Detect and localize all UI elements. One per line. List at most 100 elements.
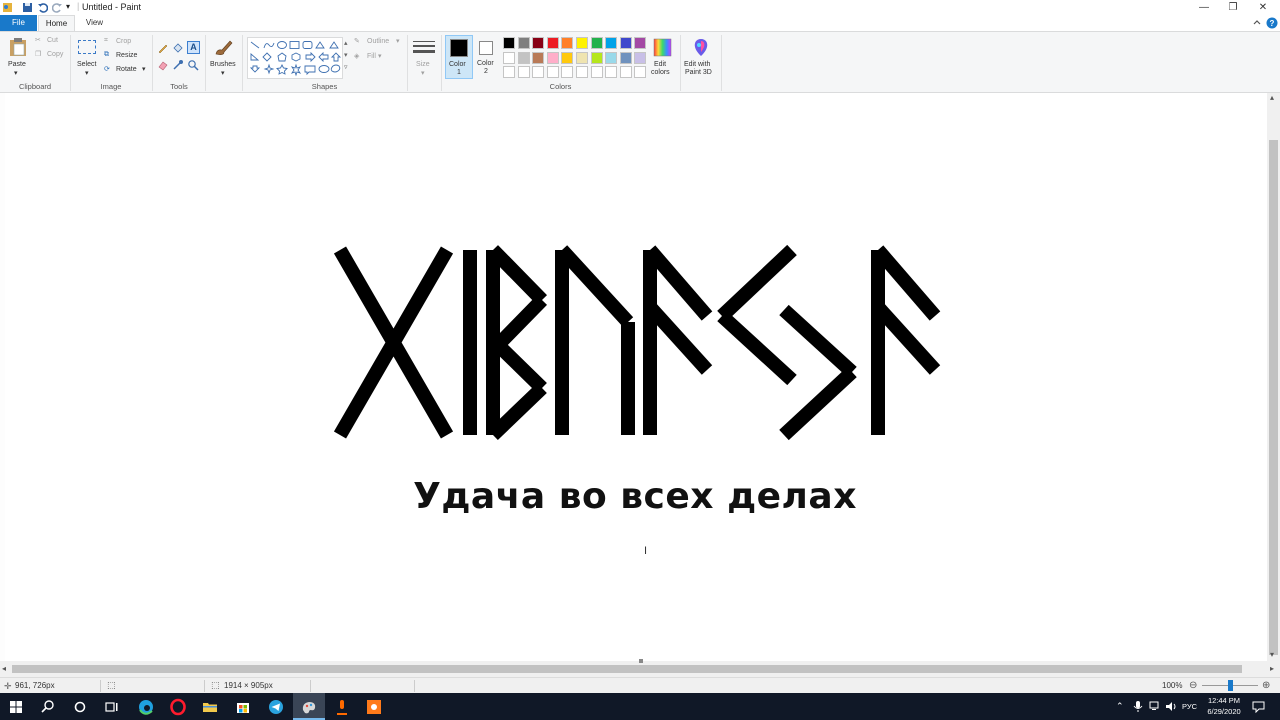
shapes-scroll-up-icon[interactable]: ▴	[344, 39, 348, 47]
save-icon[interactable]	[22, 2, 33, 13]
palette-swatch[interactable]	[605, 66, 618, 78]
collapse-ribbon-chevron-icon[interactable]	[1252, 18, 1262, 28]
palette-swatch[interactable]	[590, 51, 603, 64]
scroll-up-arrow-icon[interactable]: ▴	[1270, 93, 1274, 102]
telegram-icon[interactable]	[266, 697, 286, 717]
color-picker-icon[interactable]	[172, 59, 184, 71]
palette-swatch[interactable]	[503, 51, 515, 64]
search-icon[interactable]	[38, 697, 58, 717]
clock-date[interactable]: 6/29/2020	[1202, 707, 1246, 716]
shapes-gallery-icons[interactable]	[249, 39, 343, 79]
palette-swatch[interactable]	[576, 37, 588, 49]
palette-swatch[interactable]	[532, 66, 545, 78]
canvas-resize-handle[interactable]	[639, 659, 643, 663]
magnifier-icon[interactable]	[187, 59, 199, 71]
paste-button[interactable]: Paste ▾	[5, 35, 31, 77]
opera-browser-icon[interactable]	[168, 697, 188, 717]
outline-button[interactable]: ✎ Outline ▾	[354, 37, 402, 48]
shapes-expand-icon[interactable]: ▿	[344, 63, 348, 71]
palette-swatch[interactable]	[634, 51, 647, 64]
shapes-scroll-down-icon[interactable]: ▾	[344, 51, 348, 59]
palette-swatch[interactable]	[503, 66, 515, 78]
rotate-button[interactable]: ⟳ Rotate ▾	[104, 65, 149, 76]
close-button[interactable]: ✕	[1249, 0, 1277, 15]
scroll-right-arrow-icon[interactable]: ▸	[1270, 664, 1274, 673]
select-button[interactable]: Select ▾	[76, 35, 100, 77]
palette-swatch[interactable]	[517, 51, 530, 64]
palette-swatch[interactable]	[546, 51, 559, 64]
help-icon[interactable]: ?	[1266, 17, 1278, 29]
palette-swatch[interactable]	[605, 37, 618, 49]
palette-swatch[interactable]	[634, 37, 647, 49]
zoom-slider-thumb[interactable]	[1228, 680, 1233, 691]
palette-swatch[interactable]	[561, 66, 574, 78]
vertical-scroll-thumb[interactable]	[1269, 140, 1278, 655]
windows-start-icon[interactable]	[6, 697, 26, 717]
text-tool-icon[interactable]: A	[187, 41, 200, 54]
palette-swatch[interactable]	[546, 66, 559, 78]
size-button[interactable]: Size ▾	[411, 35, 437, 77]
palette-swatch[interactable]	[619, 37, 632, 49]
edit-with-paint3d-button[interactable]: Edit with Paint 3D	[683, 35, 719, 79]
tab-view[interactable]: View	[76, 15, 113, 31]
palette-swatch[interactable]	[576, 66, 588, 78]
palette-swatch[interactable]	[532, 51, 545, 64]
screen-capture-app-icon[interactable]	[364, 697, 384, 717]
palette-swatch[interactable]	[546, 37, 559, 49]
minimize-button[interactable]: —	[1190, 0, 1218, 15]
color1-button[interactable]: Color 1	[445, 35, 473, 79]
cut-button[interactable]: ✂ Cut	[35, 36, 75, 48]
action-center-icon[interactable]	[1252, 700, 1265, 713]
palette-swatch[interactable]	[619, 66, 632, 78]
file-explorer-icon[interactable]	[200, 697, 220, 717]
scroll-left-arrow-icon[interactable]: ◂	[2, 664, 6, 673]
palette-swatch[interactable]	[561, 51, 574, 64]
shapes-gallery[interactable]	[247, 37, 343, 79]
palette-swatch[interactable]	[634, 66, 647, 78]
tab-home[interactable]: Home	[38, 15, 75, 31]
customize-qat-chevron-icon[interactable]: ▾	[66, 2, 70, 11]
palette-swatch[interactable]	[590, 66, 603, 78]
zoom-out-button[interactable]: ⊖	[1189, 680, 1197, 691]
rotate-icon: ⟳	[104, 66, 110, 73]
palette-swatch[interactable]	[576, 51, 588, 64]
show-hidden-icons-chevron-icon[interactable]: ⌃	[1116, 701, 1124, 712]
horizontal-scroll-thumb[interactable]	[12, 665, 1242, 673]
palette-swatch[interactable]	[503, 37, 515, 49]
palette-swatch[interactable]	[517, 37, 530, 49]
redo-icon[interactable]	[52, 2, 63, 13]
volume-icon[interactable]	[1165, 700, 1178, 713]
drawing-canvas[interactable]: Удача во всех делах I	[5, 93, 1267, 661]
recorder-app-icon[interactable]	[332, 697, 352, 717]
task-view-icon[interactable]	[101, 697, 121, 717]
clock-time[interactable]: 12:44 PM	[1202, 696, 1246, 705]
palette-swatch[interactable]	[619, 51, 632, 64]
keyboard-language-indicator[interactable]: РУС	[1182, 702, 1197, 711]
taskbar-paint-active[interactable]	[293, 693, 325, 720]
tab-file[interactable]: File	[0, 15, 37, 31]
undo-icon[interactable]	[37, 2, 48, 13]
resize-button[interactable]: ⧉ Resize	[104, 51, 149, 62]
maximize-button[interactable]: ❐	[1219, 0, 1247, 15]
scroll-down-arrow-icon[interactable]: ▾	[1270, 650, 1274, 659]
palette-swatch[interactable]	[517, 66, 530, 78]
edit-colors-button[interactable]: Edit colors	[650, 35, 676, 79]
brushes-button[interactable]: Brushes ▾	[209, 35, 239, 77]
network-icon[interactable]	[1148, 700, 1161, 713]
zoom-in-button[interactable]: ⊕	[1262, 680, 1270, 691]
edge-browser-icon[interactable]	[136, 697, 156, 717]
color2-button[interactable]: Color 2	[474, 35, 500, 79]
cortana-icon[interactable]	[70, 697, 90, 717]
copy-button[interactable]: ❐ Copy	[35, 50, 75, 62]
microphone-icon[interactable]	[1132, 700, 1144, 713]
fill-bucket-icon[interactable]	[172, 42, 184, 54]
microsoft-store-icon[interactable]	[233, 697, 253, 717]
fill-button[interactable]: ◈ Fill ▾	[354, 52, 402, 63]
palette-swatch[interactable]	[561, 37, 574, 49]
eraser-icon[interactable]	[157, 59, 169, 71]
crop-button[interactable]: ⌗ Crop	[104, 37, 149, 48]
palette-swatch[interactable]	[605, 51, 618, 64]
palette-swatch[interactable]	[590, 37, 603, 49]
palette-swatch[interactable]	[532, 37, 545, 49]
pencil-icon[interactable]	[157, 42, 169, 54]
